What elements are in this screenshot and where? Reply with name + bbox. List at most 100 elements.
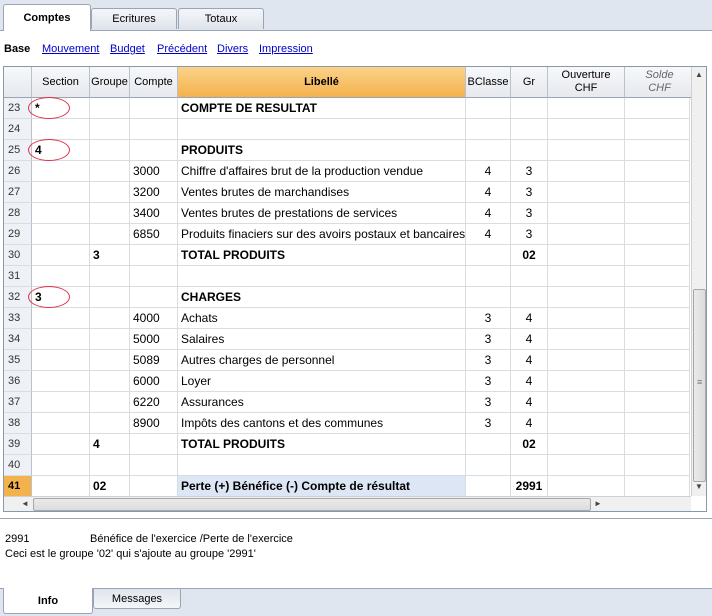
cell-compte[interactable]: 8900 [130,413,178,434]
cell-groupe[interactable] [90,392,130,413]
cell-solde[interactable] [625,413,690,434]
row-number[interactable]: 24 [4,119,32,140]
row-number[interactable]: 27 [4,182,32,203]
view-mouvement[interactable]: Mouvement [42,43,99,55]
cell-compte[interactable]: 3200 [130,182,178,203]
cell-solde[interactable] [625,371,690,392]
cell-ouverture[interactable] [548,224,625,245]
header-groupe[interactable]: Groupe [90,67,130,98]
row-number[interactable]: 38 [4,413,32,434]
horizontal-scroll-thumb[interactable] [33,498,591,511]
tab-comptes[interactable]: Comptes [3,4,91,31]
cell-gr[interactable]: 4 [511,413,548,434]
table-row[interactable]: 30 3 TOTAL PRODUITS 02 [4,245,690,266]
header-ouverture[interactable]: Ouverture CHF [548,67,625,98]
cell-libelle[interactable]: Autres charges de personnel [178,350,466,371]
scroll-right-icon[interactable]: ► [591,498,605,510]
cell-bclasse[interactable]: 4 [466,182,511,203]
cell-solde[interactable] [625,308,690,329]
row-number[interactable]: 31 [4,266,32,287]
cell-groupe[interactable] [90,266,130,287]
cell-groupe[interactable] [90,182,130,203]
row-number[interactable]: 26 [4,161,32,182]
cell-solde[interactable] [625,224,690,245]
row-number[interactable]: 37 [4,392,32,413]
row-number[interactable]: 33 [4,308,32,329]
cell-solde[interactable] [625,434,690,455]
view-budget[interactable]: Budget [110,43,145,55]
cell-gr[interactable]: 4 [511,392,548,413]
cell-compte[interactable] [130,245,178,266]
row-number[interactable]: 35 [4,350,32,371]
cell-bclasse[interactable] [466,287,511,308]
cell-ouverture[interactable] [548,287,625,308]
cell-bclasse[interactable]: 3 [466,329,511,350]
cell-gr[interactable] [511,140,548,161]
table-row[interactable]: 32 3 CHARGES [4,286,690,308]
view-divers[interactable]: Divers [217,43,248,55]
cell-bclasse[interactable]: 3 [466,350,511,371]
cell-solde[interactable] [625,119,690,140]
cell-section[interactable] [32,119,90,140]
cell-bclasse[interactable] [466,98,511,119]
cell-ouverture[interactable] [548,329,625,350]
cell-solde[interactable] [625,266,690,287]
cell-section[interactable] [32,182,90,203]
cell-compte[interactable] [130,476,178,497]
header-libelle[interactable]: Libellé [178,67,466,98]
cell-gr[interactable]: 3 [511,182,548,203]
cell-libelle[interactable]: CHARGES [178,287,466,308]
table-row[interactable]: 39 4 TOTAL PRODUITS 02 [4,434,690,455]
cell-libelle[interactable] [178,266,466,287]
cell-groupe[interactable] [90,329,130,350]
tab-messages[interactable]: Messages [93,589,181,609]
cell-gr[interactable]: 02 [511,434,548,455]
cell-gr[interactable]: 3 [511,224,548,245]
cell-solde[interactable] [625,140,690,161]
cell-libelle[interactable]: Ventes brutes de marchandises [178,182,466,203]
cell-libelle[interactable]: Assurances [178,392,466,413]
cell-solde[interactable] [625,203,690,224]
cell-ouverture[interactable] [548,413,625,434]
header-section[interactable]: Section [32,67,90,98]
cell-bclasse[interactable]: 3 [466,413,511,434]
view-impression[interactable]: Impression [259,43,313,55]
cell-libelle[interactable] [178,119,466,140]
cell-bclasse[interactable] [466,455,511,476]
row-number[interactable]: 36 [4,371,32,392]
header-bclasse[interactable]: BClasse [466,67,511,98]
row-number[interactable]: 34 [4,329,32,350]
cell-section[interactable] [32,266,90,287]
table-row[interactable]: 23 * COMPTE DE RESULTAT [4,97,690,119]
cell-gr[interactable]: 4 [511,308,548,329]
cell-ouverture[interactable] [548,203,625,224]
cell-solde[interactable] [625,182,690,203]
tab-info[interactable]: Info [3,588,93,614]
table-row[interactable]: 40 [4,455,690,476]
cell-gr[interactable]: 2991 [511,476,548,497]
cell-compte[interactable] [130,434,178,455]
cell-gr[interactable] [511,287,548,308]
cell-groupe[interactable] [90,161,130,182]
cell-solde[interactable] [625,476,690,497]
cell-ouverture[interactable] [548,161,625,182]
cell-section[interactable] [32,392,90,413]
cell-bclasse[interactable]: 3 [466,308,511,329]
cell-section[interactable] [32,434,90,455]
cell-compte[interactable] [130,287,178,308]
cell-gr[interactable]: 4 [511,329,548,350]
cell-section[interactable] [32,371,90,392]
scroll-left-icon[interactable]: ◄ [18,498,32,510]
cell-ouverture[interactable] [548,434,625,455]
cell-groupe[interactable] [90,224,130,245]
cell-solde[interactable] [625,350,690,371]
header-compte[interactable]: Compte [130,67,178,98]
cell-groupe[interactable] [90,455,130,476]
table-row[interactable]: 28 3400 Ventes brutes de prestations de se… [4,203,690,224]
table-row[interactable]: 41 02 Perte (+) Bénéfice (-) Compte de rés… [4,476,690,497]
cell-libelle[interactable]: Loyer [178,371,466,392]
row-number[interactable]: 40 [4,455,32,476]
cell-libelle[interactable]: Salaires [178,329,466,350]
cell-compte[interactable]: 4000 [130,308,178,329]
cell-section[interactable] [32,413,90,434]
